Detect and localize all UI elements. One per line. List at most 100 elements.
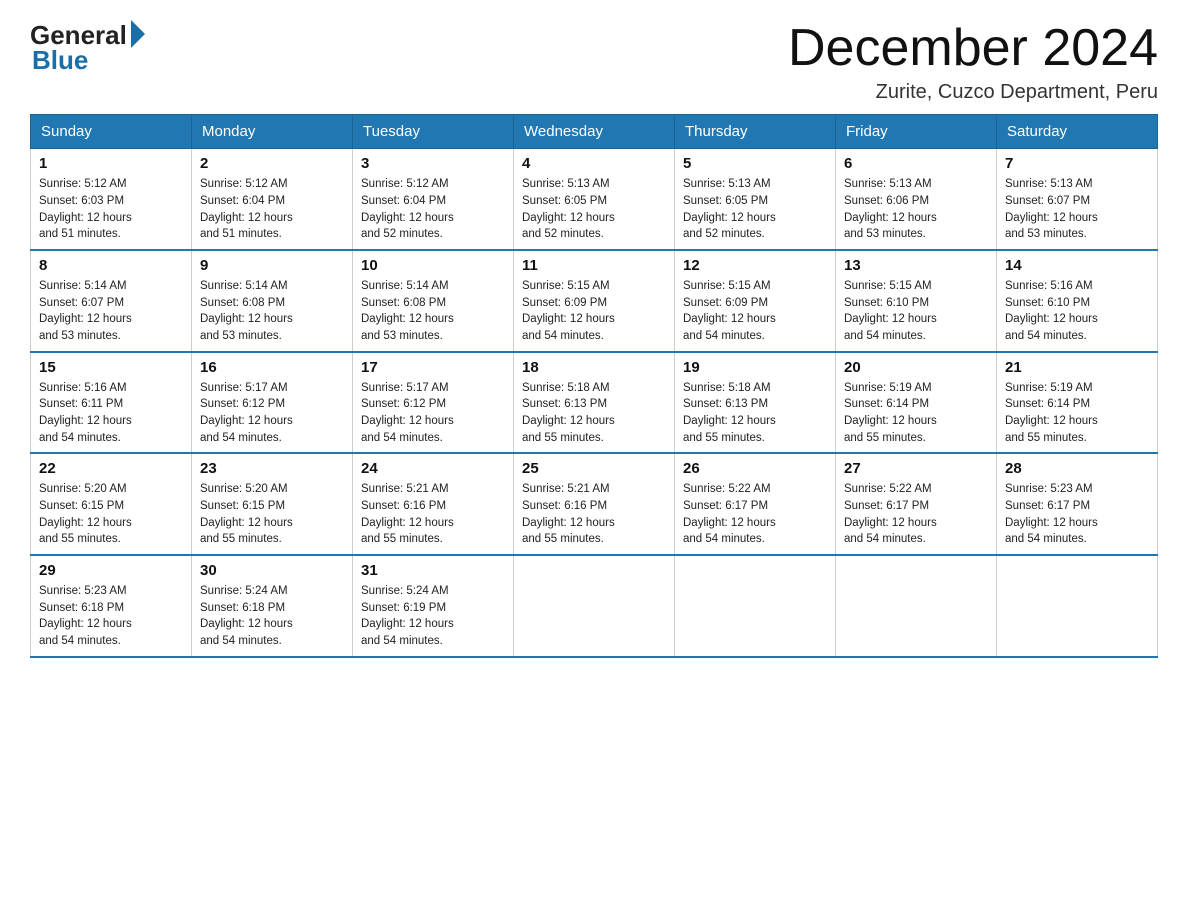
day-info: Sunrise: 5:15 AMSunset: 6:09 PMDaylight:…: [522, 278, 666, 345]
calendar-cell: 26 Sunrise: 5:22 AMSunset: 6:17 PMDayligh…: [675, 453, 836, 555]
day-number: 11: [522, 257, 666, 274]
day-info: Sunrise: 5:20 AMSunset: 6:15 PMDaylight:…: [200, 481, 344, 548]
calendar-cell: 14 Sunrise: 5:16 AMSunset: 6:10 PMDayligh…: [997, 250, 1158, 352]
day-info: Sunrise: 5:16 AMSunset: 6:10 PMDaylight:…: [1005, 278, 1149, 345]
calendar-cell: 19 Sunrise: 5:18 AMSunset: 6:13 PMDayligh…: [675, 352, 836, 454]
title-section: December 2024 Zurite, Cuzco Department, …: [788, 20, 1158, 104]
calendar-header-row: SundayMondayTuesdayWednesdayThursdayFrid…: [31, 115, 1158, 149]
day-info: Sunrise: 5:12 AMSunset: 6:03 PMDaylight:…: [39, 176, 183, 243]
header-day-thursday: Thursday: [675, 115, 836, 149]
day-number: 2: [200, 155, 344, 172]
calendar-cell: 27 Sunrise: 5:22 AMSunset: 6:17 PMDayligh…: [836, 453, 997, 555]
day-info: Sunrise: 5:23 AMSunset: 6:17 PMDaylight:…: [1005, 481, 1149, 548]
week-row-4: 22 Sunrise: 5:20 AMSunset: 6:15 PMDayligh…: [31, 453, 1158, 555]
month-title: December 2024: [788, 20, 1158, 77]
calendar-cell: 22Sunrise: 5:20 AMSunset: 6:15 PMDayligh…: [31, 453, 192, 555]
day-number: 31: [361, 562, 505, 579]
calendar-cell: 6 Sunrise: 5:13 AMSunset: 6:06 PMDaylight…: [836, 149, 997, 250]
day-number: 6: [844, 155, 988, 172]
header-day-tuesday: Tuesday: [353, 115, 514, 149]
week-row-5: 29 Sunrise: 5:23 AMSunset: 6:18 PMDayligh…: [31, 555, 1158, 657]
calendar-cell: 4Sunrise: 5:13 AMSunset: 6:05 PMDaylight…: [514, 149, 675, 250]
calendar-cell: 11 Sunrise: 5:15 AMSunset: 6:09 PMDayligh…: [514, 250, 675, 352]
calendar-cell: 30Sunrise: 5:24 AMSunset: 6:18 PMDayligh…: [192, 555, 353, 657]
day-number: 22: [39, 460, 183, 477]
day-info: Sunrise: 5:12 AMSunset: 6:04 PMDaylight:…: [361, 176, 505, 243]
calendar-cell: [514, 555, 675, 657]
day-number: 29: [39, 562, 183, 579]
calendar-cell: 10 Sunrise: 5:14 AMSunset: 6:08 PMDayligh…: [353, 250, 514, 352]
day-info: Sunrise: 5:13 AMSunset: 6:05 PMDaylight:…: [683, 176, 827, 243]
day-info: Sunrise: 5:18 AMSunset: 6:13 PMDaylight:…: [522, 380, 666, 447]
day-info: Sunrise: 5:24 AMSunset: 6:19 PMDaylight:…: [361, 583, 505, 650]
day-number: 7: [1005, 155, 1149, 172]
calendar-cell: 1 Sunrise: 5:12 AMSunset: 6:03 PMDaylight…: [31, 149, 192, 250]
calendar-cell: 16Sunrise: 5:17 AMSunset: 6:12 PMDayligh…: [192, 352, 353, 454]
day-number: 8: [39, 257, 183, 274]
day-number: 9: [200, 257, 344, 274]
header-day-friday: Friday: [836, 115, 997, 149]
header-day-wednesday: Wednesday: [514, 115, 675, 149]
day-number: 13: [844, 257, 988, 274]
day-info: Sunrise: 5:19 AMSunset: 6:14 PMDaylight:…: [844, 380, 988, 447]
calendar-cell: 28 Sunrise: 5:23 AMSunset: 6:17 PMDayligh…: [997, 453, 1158, 555]
day-number: 26: [683, 460, 827, 477]
calendar-cell: 29 Sunrise: 5:23 AMSunset: 6:18 PMDayligh…: [31, 555, 192, 657]
day-number: 27: [844, 460, 988, 477]
day-info: Sunrise: 5:17 AMSunset: 6:12 PMDaylight:…: [361, 380, 505, 447]
week-row-3: 15 Sunrise: 5:16 AMSunset: 6:11 PMDayligh…: [31, 352, 1158, 454]
calendar-cell: 21Sunrise: 5:19 AMSunset: 6:14 PMDayligh…: [997, 352, 1158, 454]
day-number: 16: [200, 359, 344, 376]
day-info: Sunrise: 5:22 AMSunset: 6:17 PMDaylight:…: [683, 481, 827, 548]
day-number: 1: [39, 155, 183, 172]
location-title: Zurite, Cuzco Department, Peru: [788, 81, 1158, 104]
calendar-cell: [997, 555, 1158, 657]
day-number: 19: [683, 359, 827, 376]
day-number: 14: [1005, 257, 1149, 274]
day-info: Sunrise: 5:15 AMSunset: 6:10 PMDaylight:…: [844, 278, 988, 345]
day-info: Sunrise: 5:15 AMSunset: 6:09 PMDaylight:…: [683, 278, 827, 345]
calendar-cell: 15 Sunrise: 5:16 AMSunset: 6:11 PMDayligh…: [31, 352, 192, 454]
page-header: General Blue December 2024 Zurite, Cuzco…: [30, 20, 1158, 104]
day-number: 3: [361, 155, 505, 172]
calendar-cell: [675, 555, 836, 657]
calendar-cell: 7 Sunrise: 5:13 AMSunset: 6:07 PMDaylight…: [997, 149, 1158, 250]
day-number: 18: [522, 359, 666, 376]
week-row-2: 8 Sunrise: 5:14 AMSunset: 6:07 PMDaylight…: [31, 250, 1158, 352]
day-info: Sunrise: 5:12 AMSunset: 6:04 PMDaylight:…: [200, 176, 344, 243]
day-number: 10: [361, 257, 505, 274]
day-info: Sunrise: 5:13 AMSunset: 6:05 PMDaylight:…: [522, 176, 666, 243]
week-row-1: 1 Sunrise: 5:12 AMSunset: 6:03 PMDaylight…: [31, 149, 1158, 250]
logo-blue-text: Blue: [32, 45, 88, 76]
day-info: Sunrise: 5:16 AMSunset: 6:11 PMDaylight:…: [39, 380, 183, 447]
day-number: 17: [361, 359, 505, 376]
logo-arrow-icon: [131, 20, 145, 48]
day-number: 28: [1005, 460, 1149, 477]
day-info: Sunrise: 5:22 AMSunset: 6:17 PMDaylight:…: [844, 481, 988, 548]
header-day-sunday: Sunday: [31, 115, 192, 149]
calendar-cell: 17 Sunrise: 5:17 AMSunset: 6:12 PMDayligh…: [353, 352, 514, 454]
day-number: 23: [200, 460, 344, 477]
day-info: Sunrise: 5:19 AMSunset: 6:14 PMDaylight:…: [1005, 380, 1149, 447]
header-day-monday: Monday: [192, 115, 353, 149]
day-info: Sunrise: 5:13 AMSunset: 6:06 PMDaylight:…: [844, 176, 988, 243]
calendar-cell: 12 Sunrise: 5:15 AMSunset: 6:09 PMDayligh…: [675, 250, 836, 352]
calendar-cell: 13 Sunrise: 5:15 AMSunset: 6:10 PMDayligh…: [836, 250, 997, 352]
day-number: 24: [361, 460, 505, 477]
day-info: Sunrise: 5:14 AMSunset: 6:07 PMDaylight:…: [39, 278, 183, 345]
calendar-cell: 23 Sunrise: 5:20 AMSunset: 6:15 PMDayligh…: [192, 453, 353, 555]
day-info: Sunrise: 5:14 AMSunset: 6:08 PMDaylight:…: [361, 278, 505, 345]
calendar-cell: 31 Sunrise: 5:24 AMSunset: 6:19 PMDayligh…: [353, 555, 514, 657]
calendar-cell: 8 Sunrise: 5:14 AMSunset: 6:07 PMDaylight…: [31, 250, 192, 352]
day-info: Sunrise: 5:23 AMSunset: 6:18 PMDaylight:…: [39, 583, 183, 650]
day-number: 20: [844, 359, 988, 376]
calendar-cell: 9Sunrise: 5:14 AMSunset: 6:08 PMDaylight…: [192, 250, 353, 352]
day-number: 15: [39, 359, 183, 376]
day-number: 12: [683, 257, 827, 274]
day-info: Sunrise: 5:13 AMSunset: 6:07 PMDaylight:…: [1005, 176, 1149, 243]
logo: General Blue: [30, 20, 145, 76]
calendar-cell: 5Sunrise: 5:13 AMSunset: 6:05 PMDaylight…: [675, 149, 836, 250]
day-info: Sunrise: 5:18 AMSunset: 6:13 PMDaylight:…: [683, 380, 827, 447]
calendar-cell: 20 Sunrise: 5:19 AMSunset: 6:14 PMDayligh…: [836, 352, 997, 454]
day-info: Sunrise: 5:24 AMSunset: 6:18 PMDaylight:…: [200, 583, 344, 650]
